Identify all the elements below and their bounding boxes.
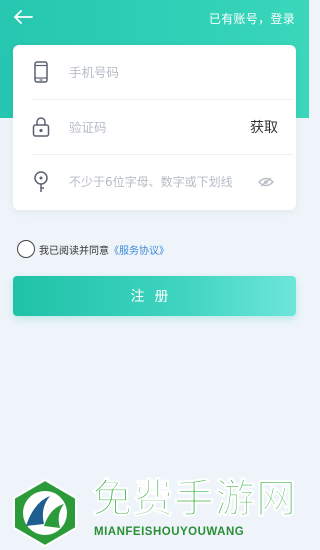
site-logo-icon — [13, 478, 77, 548]
register-button[interactable]: 注册 — [13, 276, 296, 316]
watermark-subtitle: MIANFEISHOUYOUWANG — [94, 526, 245, 538]
watermark-title: 免费手游网 — [92, 475, 297, 522]
service-agreement-link[interactable]: 《服务协议》 — [109, 242, 169, 257]
lock-icon — [31, 115, 51, 139]
agreement-row: 我已阅读并同意 《服务协议》 — [17, 240, 169, 258]
password-input[interactable] — [69, 170, 265, 194]
phone-input[interactable] — [69, 60, 279, 84]
eye-off-icon[interactable] — [258, 177, 274, 187]
back-button[interactable] — [10, 6, 36, 28]
arrow-left-icon — [14, 10, 33, 24]
agreement-text: 我已阅读并同意 — [39, 245, 109, 257]
phone-row — [13, 45, 296, 99]
verification-code-row: 获取 — [13, 100, 296, 154]
get-code-button[interactable]: 获取 — [250, 117, 278, 137]
agreement-checkbox[interactable] — [17, 240, 35, 258]
key-icon — [31, 170, 51, 194]
phone-icon — [31, 60, 51, 84]
verification-code-input[interactable] — [69, 115, 219, 139]
login-link[interactable]: 已有账号，登录 — [209, 10, 295, 27]
register-form-card: 获取 — [13, 45, 296, 210]
password-row — [13, 155, 296, 209]
watermark: 免费手游网 MIANFEISHOUYOUWANG — [10, 474, 309, 550]
